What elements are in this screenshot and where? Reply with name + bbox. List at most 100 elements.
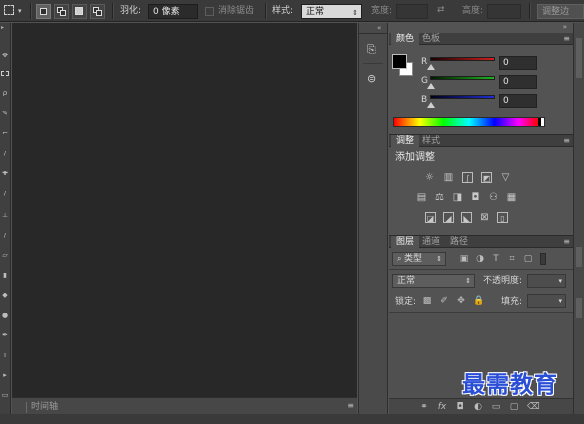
intersect-selection-button[interactable] [90, 4, 105, 19]
smart-object-filter-icon[interactable]: ▢ [523, 254, 533, 264]
pen-tool-icon[interactable]: ✒ [1, 333, 9, 338]
style-select[interactable]: 正常 ⇕ [301, 4, 362, 19]
layer-filter-select[interactable]: ⌕ 类型 ⇕ [392, 252, 446, 266]
panel-menu-icon[interactable]: ≡ [347, 402, 354, 410]
hue-saturation-icon[interactable]: ▤ [416, 192, 427, 203]
properties-panel-icon[interactable]: ⊜ [367, 73, 376, 84]
adjustment-icon[interactable]: ◐ [473, 402, 483, 412]
red-value-input[interactable]: 0 [499, 56, 537, 70]
invert-icon[interactable]: ◪ [425, 212, 436, 223]
collapse-arrows-icon[interactable]: » [563, 24, 567, 31]
adjustment-filter-icon[interactable]: ◑ [475, 254, 485, 264]
timeline-panel-tab[interactable]: 时间轴 ≡ [12, 397, 357, 415]
history-panel-icon[interactable]: ⎘ [367, 44, 376, 55]
document-canvas-area[interactable] [12, 23, 357, 397]
expand-arrows-icon[interactable]: « [377, 25, 381, 32]
blue-slider-thumb[interactable] [427, 102, 435, 108]
tab-channels[interactable]: 通道 [417, 236, 445, 248]
green-value-input[interactable]: 0 [499, 75, 537, 89]
green-slider-track[interactable] [430, 76, 495, 80]
panel-menu-icon[interactable]: ≡ [563, 136, 570, 145]
shape-tool-icon[interactable]: ▭ [1, 393, 9, 398]
eraser-tool-icon[interactable]: ▱ [1, 253, 9, 258]
tab-adjustments[interactable]: 调整 [391, 135, 420, 147]
vibrance-icon[interactable]: ▽ [500, 172, 511, 183]
path-select-tool-icon[interactable]: ▸ [1, 373, 9, 378]
green-slider-thumb[interactable] [427, 83, 435, 89]
link-icon[interactable]: ⚭ [419, 402, 429, 412]
shape-filter-icon[interactable]: ⌗ [507, 254, 517, 264]
type-tool-icon[interactable]: T [1, 353, 9, 358]
scroll-thumb-2[interactable] [576, 247, 582, 267]
photo-filter-icon[interactable]: ◘ [470, 192, 481, 203]
subtract-selection-button[interactable] [72, 4, 87, 19]
lock-image-icon[interactable]: ✐ [439, 296, 449, 306]
width-input[interactable] [396, 4, 428, 19]
tab-swatches[interactable]: 色板 [417, 33, 445, 45]
brightness-icon[interactable]: ☼ [424, 172, 435, 183]
new-layer-icon[interactable]: ▢ [509, 402, 519, 412]
tab-paths[interactable]: 路径 [445, 236, 473, 248]
new-selection-button[interactable] [36, 4, 51, 19]
history-brush-tool-icon[interactable]: ∕ [1, 233, 9, 238]
color-spectrum-bar[interactable] [393, 117, 545, 127]
foreground-color-swatch[interactable] [392, 54, 407, 69]
fx-icon[interactable]: fx [437, 402, 447, 412]
fill-input[interactable]: ▾ [527, 294, 566, 308]
eyedropper-tool-icon[interactable]: ∕ [1, 151, 9, 156]
panel-scrollbar[interactable] [573, 23, 584, 414]
blue-slider-track[interactable] [430, 95, 495, 99]
lasso-tool-icon[interactable]: ρ [1, 91, 9, 96]
pixel-filter-icon[interactable]: ▣ [459, 254, 469, 264]
filter-toggle-switch[interactable] [540, 253, 546, 265]
color-balance-icon[interactable]: ⚖ [434, 192, 445, 203]
panel-menu-icon[interactable]: ≡ [563, 34, 570, 43]
feather-input[interactable]: 0 像素 [148, 4, 198, 19]
lock-transparency-icon[interactable]: ▩ [422, 296, 432, 306]
posterize-icon[interactable]: ◢ [443, 212, 454, 223]
height-input[interactable] [487, 4, 521, 19]
color-lookup-icon[interactable]: ▦ [506, 192, 517, 203]
swap-dimensions-icon[interactable]: ⇄ [437, 6, 445, 15]
tab-styles[interactable]: 样式 [417, 135, 445, 147]
selective-color-icon[interactable]: ⊠ [479, 212, 490, 223]
brush-tool-icon[interactable]: ∕ [1, 191, 9, 196]
collapse-arrows-icon[interactable]: ▸ [1, 25, 4, 31]
gradient-map-icon[interactable]: ▯ [497, 212, 508, 223]
type-filter-icon[interactable]: T [491, 254, 501, 264]
mask-icon[interactable]: ◘ [455, 402, 465, 412]
group-icon[interactable]: ▭ [491, 402, 501, 412]
gradient-tool-icon[interactable]: ▮ [1, 273, 9, 278]
add-selection-button[interactable] [54, 4, 69, 19]
lock-position-icon[interactable]: ✥ [456, 296, 466, 306]
healing-tool-icon[interactable]: ✚ [1, 171, 9, 176]
blur-tool-icon[interactable]: ◆ [1, 293, 9, 298]
antialias-checkbox[interactable] [205, 7, 214, 16]
red-slider-thumb[interactable] [427, 64, 435, 70]
trash-icon[interactable]: ⌫ [527, 402, 540, 412]
tab-layers[interactable]: 图层 [391, 236, 420, 248]
marquee-tool-icon[interactable] [1, 71, 9, 76]
red-slider-track[interactable] [430, 57, 495, 61]
channel-mixer-icon[interactable]: ⚇ [488, 192, 499, 203]
blue-value-input[interactable]: 0 [499, 94, 537, 108]
blend-mode-select[interactable]: 正常 ⇕ [392, 274, 475, 288]
exposure-icon[interactable]: ◩ [481, 172, 492, 183]
black-white-icon[interactable]: ◨ [452, 192, 463, 203]
opacity-input[interactable]: ▾ [527, 274, 566, 288]
clone-stamp-tool-icon[interactable]: ⊥ [1, 213, 9, 218]
dodge-tool-icon[interactable]: ● [1, 313, 9, 318]
lock-all-icon[interactable]: 🔒 [473, 296, 484, 306]
tool-preset-picker[interactable]: ▾ [3, 4, 25, 19]
panel-menu-icon[interactable]: ≡ [563, 237, 570, 246]
tab-color[interactable]: 颜色 [391, 33, 420, 45]
levels-icon[interactable]: ▥ [443, 172, 454, 183]
refine-edge-button[interactable]: 调整边 [537, 4, 584, 19]
scroll-thumb-3[interactable] [576, 298, 582, 318]
threshold-icon[interactable]: ◣ [461, 212, 472, 223]
quick-select-tool-icon[interactable]: ✎ [1, 111, 9, 116]
scroll-thumb[interactable] [576, 38, 582, 78]
move-tool-icon[interactable]: ✥ [1, 53, 9, 58]
crop-tool-icon[interactable]: ⌐ [1, 131, 9, 136]
curves-icon[interactable]: ∫ [462, 172, 473, 183]
